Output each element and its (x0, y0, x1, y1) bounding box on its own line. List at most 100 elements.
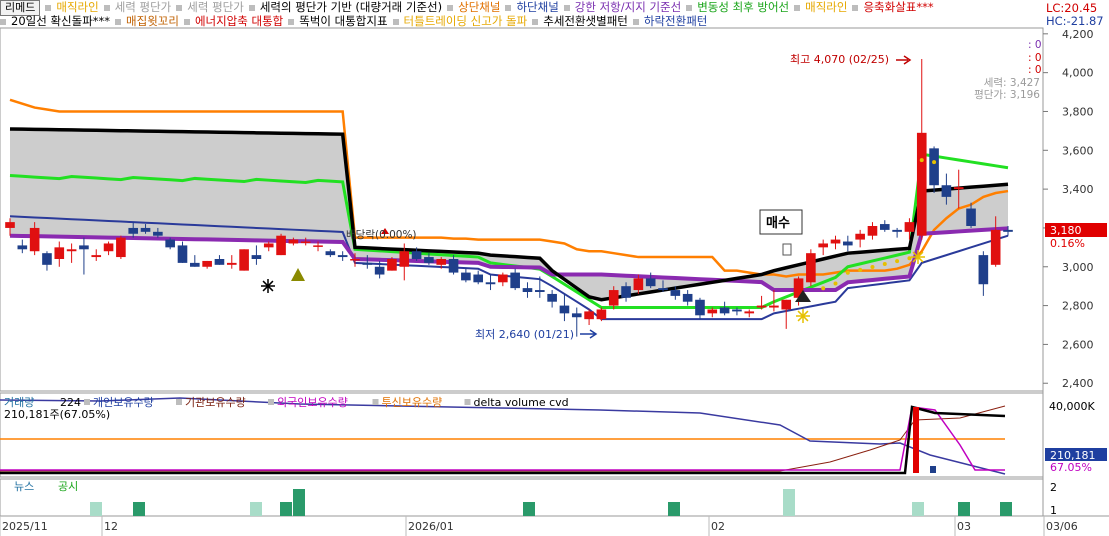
candle-body[interactable] (867, 226, 878, 236)
candle-body[interactable] (485, 282, 496, 285)
volume-legend-item[interactable]: 투신보유수량 (382, 396, 443, 409)
candle-body[interactable] (300, 241, 311, 244)
candle-body[interactable] (929, 148, 939, 186)
candle-body[interactable] (719, 307, 730, 314)
legend-square-icon (84, 399, 90, 405)
y-tick-label: 3,400 (1062, 183, 1094, 196)
candle-body[interactable] (399, 251, 410, 267)
candle-body[interactable] (904, 222, 915, 232)
news-bar (958, 502, 970, 516)
candle-body[interactable] (29, 227, 40, 252)
candle-body[interactable] (879, 224, 890, 230)
candle-body[interactable] (534, 290, 545, 292)
chart-canvas[interactable]: 4,2004,0003,8003,6003,4003,2003,0002,800… (0, 0, 1109, 536)
candle-body[interactable] (855, 233, 865, 240)
candle-body[interactable] (313, 245, 323, 247)
candle-body[interactable] (966, 208, 976, 226)
candle-body[interactable] (830, 239, 841, 244)
candle-body[interactable] (744, 311, 755, 314)
candle-body[interactable] (498, 274, 508, 283)
candle-body[interactable] (251, 255, 262, 259)
candle-body[interactable] (42, 253, 52, 265)
y-tick-label: 2,800 (1062, 300, 1094, 313)
volume-sub: 210,181주(67.05%) (4, 408, 110, 421)
candle-body[interactable] (682, 293, 693, 302)
candle-body[interactable] (818, 243, 828, 248)
candle-body[interactable] (670, 290, 681, 296)
magic-dot (932, 160, 937, 165)
candle-body[interactable] (781, 299, 792, 310)
candle-body[interactable] (658, 288, 668, 291)
volume-legend-item[interactable]: 기관보유수량 (185, 396, 246, 409)
candle-body[interactable] (276, 235, 286, 256)
candle-body[interactable] (473, 274, 484, 283)
candle-body[interactable] (54, 247, 65, 259)
candle-body[interactable] (128, 227, 139, 234)
candle-body[interactable] (1003, 229, 1013, 232)
candle-body[interactable] (645, 278, 656, 287)
candle-body[interactable] (547, 293, 557, 302)
candle-body[interactable] (510, 272, 520, 289)
candle-body[interactable] (621, 286, 631, 298)
y-tick-label: 3,000 (1062, 261, 1094, 274)
candle-body[interactable] (978, 255, 989, 285)
candle-body[interactable] (916, 132, 927, 236)
candle-body[interactable] (214, 259, 225, 265)
candle-body[interactable] (79, 245, 89, 250)
candle-body[interactable] (153, 231, 163, 236)
candle-body[interactable] (732, 309, 742, 312)
magic-dot (895, 259, 900, 264)
candle-body[interactable] (695, 299, 705, 316)
candle-body[interactable] (116, 237, 126, 258)
candle-body[interactable] (941, 185, 952, 197)
candle-body[interactable] (892, 229, 902, 232)
news-bar (293, 489, 305, 516)
candle-body[interactable] (436, 259, 447, 265)
candle-body[interactable] (288, 239, 299, 244)
candle-body[interactable] (448, 259, 459, 273)
volume-legend-item[interactable]: delta volume cvd (474, 396, 569, 409)
candle-body[interactable] (707, 309, 718, 314)
candle-body[interactable] (571, 313, 582, 318)
candle-body[interactable] (596, 309, 607, 320)
candle-body[interactable] (91, 255, 102, 258)
candle-body[interactable] (806, 253, 816, 283)
candle-body[interactable] (756, 305, 767, 308)
candle-body[interactable] (608, 290, 619, 306)
candle-body[interactable] (17, 245, 28, 250)
candle-body[interactable] (769, 305, 779, 308)
candle-body[interactable] (5, 222, 15, 228)
candle-body[interactable] (953, 187, 964, 190)
candle-body[interactable] (202, 260, 212, 267)
baedang-label: 배당락(0.00%) (346, 229, 417, 241)
candle-body[interactable] (374, 266, 385, 275)
candle-body[interactable] (362, 262, 373, 265)
magic-dot (845, 270, 850, 275)
candle-body[interactable] (103, 243, 114, 252)
candle-body[interactable] (350, 259, 360, 261)
x-tick-label: 03/06 (1046, 520, 1078, 533)
y-axis-ticks: 4,2004,0003,8003,6003,4003,2003,0002,800… (1043, 28, 1094, 390)
candle-body[interactable] (633, 278, 644, 291)
candle-body[interactable] (66, 249, 77, 252)
candle-body[interactable] (190, 262, 200, 267)
candle-body[interactable] (990, 229, 1001, 265)
candle-body[interactable] (263, 243, 274, 248)
candle-body[interactable] (584, 311, 594, 320)
candle-body[interactable] (337, 255, 348, 258)
candle-body[interactable] (424, 257, 434, 263)
candle-body[interactable] (461, 272, 471, 281)
y-tick-label: 4,200 (1062, 28, 1094, 41)
candle-body[interactable] (843, 241, 853, 246)
candle-body[interactable] (226, 262, 237, 265)
candle-body[interactable] (239, 249, 249, 271)
candle-body[interactable] (177, 245, 188, 263)
candle-body[interactable] (387, 259, 397, 271)
candle-body[interactable] (411, 251, 422, 259)
volume-legend-item[interactable]: 외국인보유수량 (277, 396, 348, 409)
candle-body[interactable] (165, 239, 175, 248)
candle-body[interactable] (140, 227, 151, 232)
candle-body[interactable] (522, 288, 533, 292)
candle-body[interactable] (325, 251, 336, 256)
candle-body[interactable] (559, 305, 570, 314)
